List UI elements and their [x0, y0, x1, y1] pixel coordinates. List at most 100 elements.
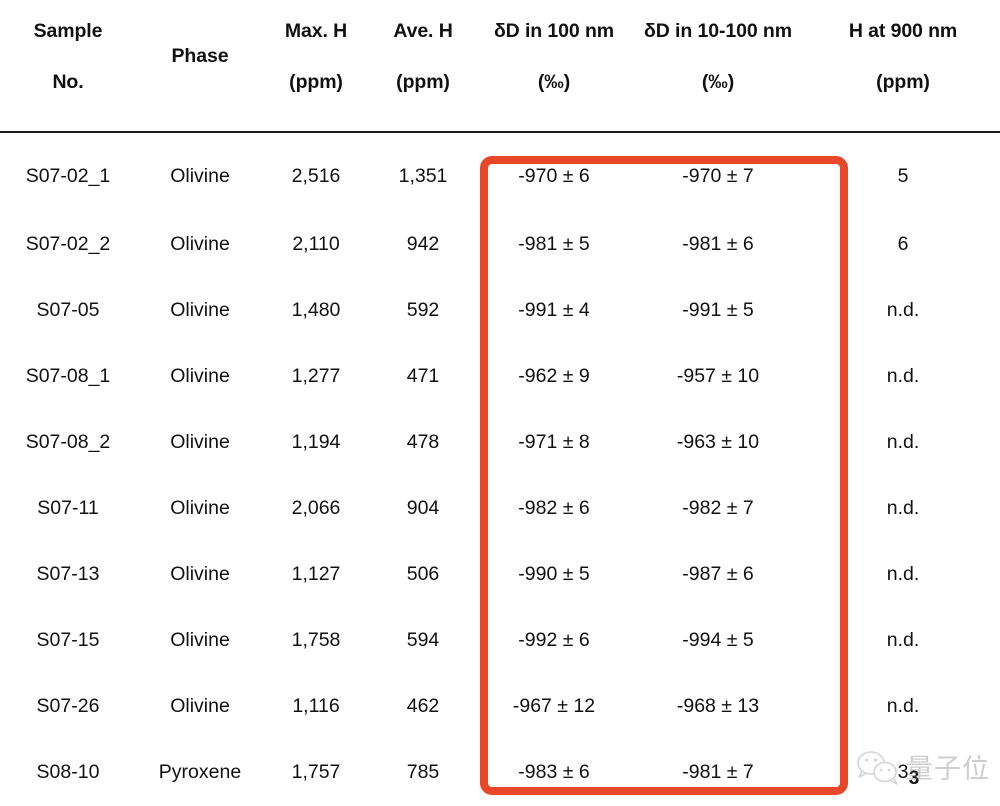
column-header-dd-100nm: δD in 100 nm (‰): [478, 0, 630, 128]
cell-ave-h: 904: [406, 497, 440, 520]
cell-max-h: 2,110: [292, 233, 340, 256]
cell-sample-no: S07-08_1: [25, 365, 111, 388]
cell-sample-no: S07-15: [36, 629, 100, 652]
table-row: S07-26 Olivine 1,116 462 -967 ± 12 -968 ± 13 n…: [0, 674, 1000, 740]
document-page: Sample No. Phase Max. H (ppm) Ave. H (pp…: [0, 0, 1000, 806]
cell-h-900nm: 5: [897, 165, 909, 188]
cell-max-h: 1,757: [291, 761, 341, 784]
column-header-ave-h-line2: (ppm): [396, 70, 450, 93]
cell-sample-no: S07-05: [36, 299, 100, 322]
cell-ave-h: 478: [406, 431, 440, 454]
cell-dd-10-100nm: -991 ± 5: [682, 299, 754, 322]
cell-phase: Olivine: [170, 233, 230, 256]
cell-dd-10-100nm: -987 ± 6: [682, 563, 754, 586]
table-header: Sample No. Phase Max. H (ppm) Ave. H (pp…: [0, 0, 1000, 142]
cell-sample-no: S08-10: [36, 761, 100, 784]
cell-phase: Olivine: [170, 165, 230, 188]
cell-phase: Olivine: [170, 431, 230, 454]
table-row: S07-15 Olivine 1,758 594 -992 ± 6 -994 ± 5 n.d…: [0, 608, 1000, 674]
column-header-ave-h-line1: Ave. H: [393, 20, 453, 42]
cell-sample-no: S07-02_1: [25, 165, 111, 188]
cell-sample-no: S07-13: [36, 563, 100, 586]
column-header-dd-100nm-line1: δD in 100 nm: [493, 20, 615, 42]
column-header-dd-10-100nm-line2: (‰): [701, 70, 735, 93]
cell-max-h: 1,277: [291, 365, 341, 388]
cell-ave-h: 471: [406, 365, 440, 388]
cell-dd-10-100nm: -994 ± 5: [682, 629, 754, 652]
cell-dd-100nm: -967 ± 12: [512, 695, 596, 718]
cell-dd-10-100nm: -982 ± 7: [682, 497, 754, 520]
table-row: S07-08_2 Olivine 1,194 478 -971 ± 8 -963 ± 10…: [0, 410, 1000, 476]
cell-dd-10-100nm: -981 ± 6: [682, 233, 754, 256]
cell-h-900nm: n.d.: [886, 299, 920, 322]
cell-ave-h: 942: [406, 233, 440, 256]
column-header-dd-10-100nm: δD in 10-100 nm (‰): [630, 0, 806, 128]
table-row: S07-08_1 Olivine 1,277 471 -962 ± 9 -957 ± 10…: [0, 344, 1000, 410]
cell-ave-h: 1,351: [398, 165, 448, 188]
cell-h-900nm: n.d.: [886, 629, 920, 652]
table-row: S07-05 Olivine 1,480 592 -991 ± 4 -991 ± 5 n.d…: [0, 278, 1000, 344]
cell-phase: Olivine: [170, 299, 230, 322]
table-row: S07-02_2 Olivine 2,110 942 -981 ± 5 -981 ± 6 6: [0, 212, 1000, 278]
cell-dd-100nm: -991 ± 4: [518, 299, 590, 322]
cell-phase: Olivine: [170, 497, 230, 520]
table-body: S07-02_1 Olivine 2,516 1,351 -970 ± 6 -970 ± …: [0, 142, 1000, 806]
column-header-phase-label: Phase: [171, 45, 229, 68]
column-header-ave-h: Ave. H (ppm): [368, 0, 478, 128]
column-header-dd-10-100nm-line1: δD in 10-100 nm: [644, 20, 792, 42]
cell-max-h: 1,194: [291, 431, 341, 454]
cell-ave-h: 592: [406, 299, 440, 322]
cell-sample-no: S07-26: [36, 695, 100, 718]
column-header-max-h-line1: Max. H: [284, 20, 348, 42]
cell-phase: Olivine: [170, 563, 230, 586]
column-header-h-900nm: H at 900 nm (ppm): [806, 0, 1000, 128]
cell-max-h: 1,480: [291, 299, 341, 322]
cell-h-900nm: n.d.: [886, 365, 920, 388]
cell-ave-h: 506: [406, 563, 440, 586]
cell-dd-10-100nm: -981 ± 7: [682, 761, 754, 784]
cell-sample-no: S07-02_2: [25, 233, 111, 256]
column-header-max-h: Max. H (ppm): [264, 0, 368, 128]
cell-h-900nm: n.d.: [886, 563, 920, 586]
cell-dd-10-100nm: -957 ± 10: [676, 365, 760, 388]
cell-sample-no: S07-11: [37, 497, 99, 520]
sample-data-table: Sample No. Phase Max. H (ppm) Ave. H (pp…: [0, 0, 1000, 806]
cell-h-900nm: n.d.: [886, 497, 920, 520]
column-header-h-900nm-line2: (ppm): [876, 70, 930, 93]
column-header-phase: Phase: [136, 0, 264, 128]
cell-max-h: 1,758: [291, 629, 341, 652]
cell-h-900nm: n.d.: [886, 431, 920, 454]
cell-dd-10-100nm: -970 ± 7: [682, 165, 754, 188]
cell-dd-100nm: -970 ± 6: [518, 165, 590, 188]
table-row: S07-02_1 Olivine 2,516 1,351 -970 ± 6 -970 ± …: [0, 142, 1000, 212]
cell-dd-100nm: -990 ± 5: [518, 563, 590, 586]
cell-phase: Pyroxene: [158, 761, 242, 784]
cell-h-900nm: 6: [897, 233, 909, 256]
cell-max-h: 1,127: [291, 563, 341, 586]
cell-dd-100nm: -981 ± 5: [518, 233, 590, 256]
cell-ave-h: 462: [406, 695, 440, 718]
column-header-max-h-line2: (ppm): [289, 70, 343, 93]
cell-dd-100nm: -992 ± 6: [518, 629, 590, 652]
header-rule-spacer: [0, 132, 1000, 142]
table-header-row: Sample No. Phase Max. H (ppm) Ave. H (pp…: [0, 0, 1000, 128]
page-number: 3: [908, 768, 920, 789]
cell-h-900nm: n.d.: [886, 695, 920, 718]
cell-ave-h: 594: [406, 629, 440, 652]
column-header-dd-100nm-line2: (‰): [537, 70, 571, 93]
cell-max-h: 2,516: [291, 165, 341, 188]
column-header-sample-no: Sample No.: [0, 0, 136, 128]
cell-dd-10-100nm: -963 ± 10: [676, 431, 760, 454]
cell-dd-10-100nm: -968 ± 13: [676, 695, 760, 718]
table-row: S07-13 Olivine 1,127 506 -990 ± 5 -987 ± 6 n.d…: [0, 542, 1000, 608]
cell-dd-100nm: -983 ± 6: [518, 761, 590, 784]
cell-ave-h: 785: [406, 761, 440, 784]
cell-max-h: 1,116: [292, 695, 340, 718]
column-header-sample-no-line1: Sample: [33, 20, 103, 42]
cell-sample-no: S07-08_2: [25, 431, 111, 454]
cell-phase: Olivine: [170, 695, 230, 718]
column-header-h-900nm-line1: H at 900 nm: [848, 20, 958, 42]
column-header-sample-no-line2: No.: [52, 70, 84, 93]
cell-max-h: 2,066: [291, 497, 341, 520]
table-row: S07-11 Olivine 2,066 904 -982 ± 6 -982 ± 7 n.d…: [0, 476, 1000, 542]
